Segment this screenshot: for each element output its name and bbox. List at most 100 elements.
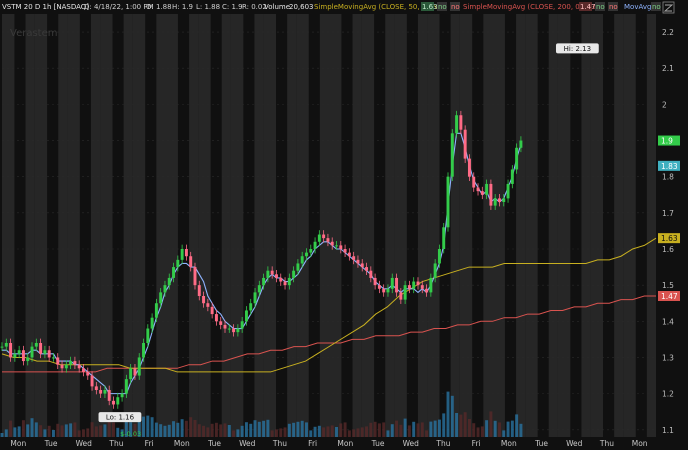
- volume-bar: [184, 420, 188, 437]
- candle-body: [330, 241, 334, 246]
- volume-bar: [77, 430, 81, 437]
- candle-body: [377, 285, 381, 289]
- candle-body: [279, 277, 283, 282]
- candle-body: [476, 187, 480, 192]
- volume-bar: [112, 422, 115, 437]
- y-tick-label: 1.4: [662, 317, 674, 326]
- movavg-label[interactable]: MovAvg: [624, 3, 651, 11]
- volume-bar: [17, 426, 21, 437]
- candle-body: [296, 263, 300, 271]
- candle-body: [159, 292, 163, 304]
- session-band: [34, 14, 48, 437]
- session-band: [287, 14, 297, 437]
- volume-bar: [356, 428, 360, 437]
- volume-bar: [506, 421, 510, 437]
- candle-body: [197, 285, 201, 296]
- candle-body: [502, 198, 506, 202]
- sma200-label[interactable]: SimpleMovingAvg (CLOSE, 200, 0, yes): [463, 3, 599, 11]
- candle-body: [184, 249, 188, 257]
- x-tick-label: Tue: [371, 439, 385, 448]
- candle-body: [69, 361, 73, 365]
- session-band: [394, 14, 407, 437]
- candle-body: [39, 343, 43, 354]
- candle-body: [9, 343, 13, 358]
- session-band: [385, 14, 395, 437]
- volume-bar: [519, 423, 523, 437]
- volume-bar: [240, 425, 244, 437]
- volume-bar: [4, 429, 8, 437]
- candle-body: [94, 386, 98, 390]
- x-tick-label: Fri: [145, 439, 154, 448]
- volume-bar: [232, 430, 236, 437]
- volume-bar: [309, 430, 313, 437]
- y-tick-label: 1.8: [662, 173, 674, 182]
- volume-bar: [502, 430, 506, 437]
- candle-body: [352, 256, 356, 260]
- volume-bar: [51, 430, 55, 437]
- candle-body: [365, 267, 368, 271]
- watermark-text: Verastem: [10, 28, 57, 39]
- chart-header: VSTM 20 D 1h [NASDAQ] D: 4/18/22, 1:00 P…: [2, 2, 661, 11]
- candle-body: [446, 176, 450, 228]
- candle-body: [480, 191, 484, 195]
- candle-body: [142, 343, 145, 358]
- candle-body: [386, 288, 390, 293]
- candle-body: [360, 263, 364, 268]
- x-tick-label: Wed: [76, 439, 93, 448]
- volume-bar: [180, 419, 184, 437]
- candle-body: [4, 343, 8, 347]
- candle-body: [442, 227, 446, 249]
- volume-bar: [159, 424, 163, 437]
- high-label: H: 1.9: [172, 3, 193, 11]
- x-tick-label: Thu: [599, 439, 614, 448]
- volume-bar: [9, 420, 13, 437]
- candle-body: [150, 317, 154, 329]
- volume-bar: [257, 421, 261, 437]
- candle-body: [77, 364, 81, 369]
- candle-body: [369, 270, 373, 278]
- candle-body: [373, 277, 377, 286]
- candle-body: [287, 277, 291, 286]
- volume-bar: [214, 422, 218, 437]
- y-tick-label: 2: [662, 100, 667, 109]
- candle-body: [313, 241, 317, 249]
- volume-bar: [262, 420, 266, 437]
- volume-bar: [377, 423, 381, 437]
- volume-bar: [94, 426, 98, 437]
- volume-bar: [26, 424, 30, 437]
- volume-bar: [485, 420, 489, 437]
- symbol-label[interactable]: VSTM 20 D 1h [NASDAQ]: [2, 3, 89, 11]
- volume-bar: [467, 419, 471, 437]
- volume-bar: [274, 429, 278, 437]
- price-chart[interactable]: Verastem Hi: 2.13 Lo: 1.16 $-0.03 1.1 1.2 1.…: [0, 0, 688, 450]
- candle-body: [274, 274, 278, 278]
- x-tick-label: Fri: [472, 439, 481, 448]
- volume-bar: [287, 423, 291, 437]
- volume-bar: [172, 421, 176, 437]
- session-band: [296, 14, 309, 437]
- volume-bar: [335, 427, 338, 437]
- candle-body: [489, 183, 493, 206]
- volume-bar: [497, 422, 501, 437]
- volume-bar: [34, 422, 38, 437]
- candle-body: [253, 292, 257, 304]
- session-band: [646, 14, 656, 437]
- volume-bar: [407, 425, 411, 437]
- low-label: Lo: 1.16: [106, 414, 135, 422]
- y-tick-label: 1.7: [662, 209, 674, 218]
- candle-body: [326, 238, 330, 242]
- candle-body: [515, 147, 519, 170]
- volume-bar: [420, 422, 424, 437]
- session-band: [614, 14, 624, 437]
- volume-bar: [382, 422, 386, 437]
- candle-body: [485, 183, 489, 195]
- candle-body: [107, 390, 111, 401]
- candle-body: [429, 277, 433, 293]
- volume-bar: [56, 423, 60, 437]
- candle-body: [180, 249, 184, 260]
- candle-body: [257, 285, 261, 293]
- candle-body: [497, 198, 501, 202]
- x-tick-label: Tue: [207, 439, 221, 448]
- volume-bar: [283, 427, 287, 437]
- volume-bar: [223, 423, 227, 437]
